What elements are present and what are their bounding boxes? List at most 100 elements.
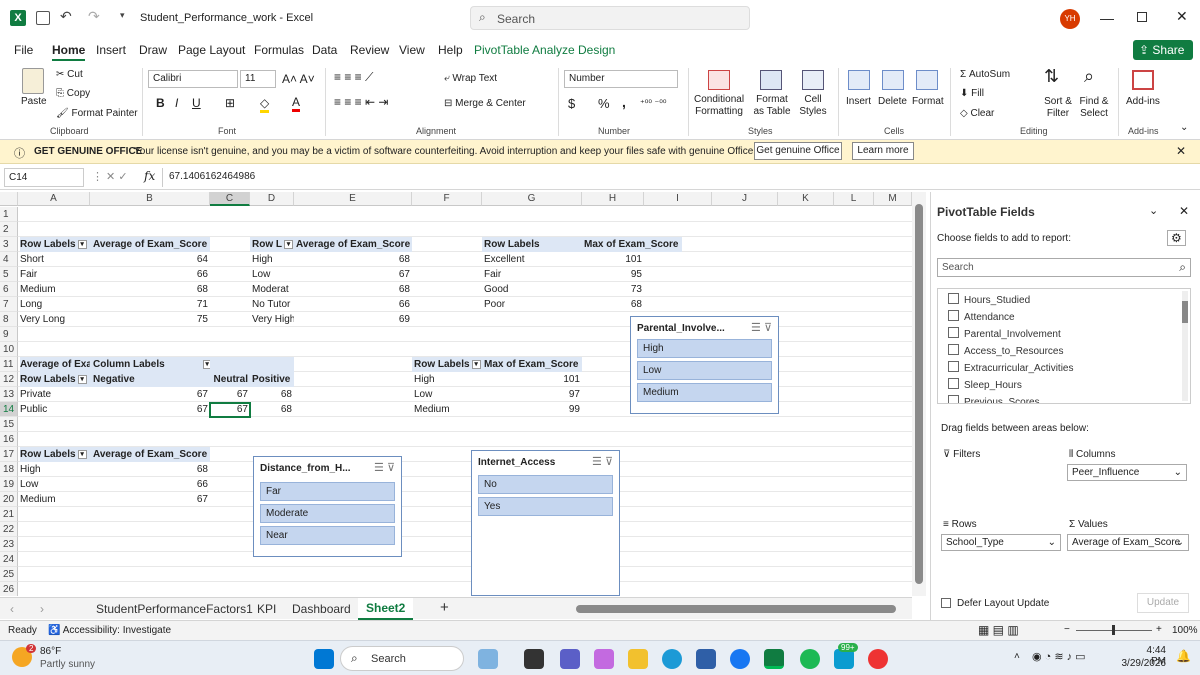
tab-pivottable-analyze[interactable]: PivotTable Analyze (474, 43, 575, 57)
edge-icon[interactable] (662, 649, 682, 669)
name-box[interactable]: C14 (4, 168, 84, 187)
row-header[interactable]: 9 (0, 327, 18, 342)
sheet-tab[interactable]: Dashboard (292, 602, 351, 616)
scroll-tabs-left-icon[interactable]: ‹ (10, 602, 14, 616)
pivot5-row-label[interactable]: Medium (414, 402, 482, 417)
pivot2-row-label[interactable]: Moderat (252, 282, 294, 297)
undo-icon[interactable]: ↶ (60, 8, 72, 25)
pivot4-row-label[interactable]: Private (20, 387, 90, 402)
tab-file[interactable]: File (14, 43, 33, 57)
teams-icon[interactable] (560, 649, 580, 669)
cancel-confirm-icons[interactable]: ⋮ ✕ ✓ (92, 170, 128, 183)
slicer-item[interactable]: Near (260, 526, 395, 545)
spotify-icon[interactable] (800, 649, 820, 669)
wrap-text-button[interactable]: ⤶ Wrap Text (444, 73, 497, 84)
row-header[interactable]: 17 (0, 447, 18, 462)
pivot1-row-label[interactable]: Fair (20, 267, 90, 282)
add-sheet-icon[interactable]: + (440, 599, 449, 616)
chrome-icon[interactable] (868, 649, 888, 669)
column-header[interactable]: L (834, 192, 874, 206)
parental-involvement-slicer[interactable]: Parental_Involve... ☰ ⊽ High Low Medium (630, 316, 779, 414)
update-button[interactable]: Update (1137, 593, 1189, 613)
percent-button[interactable]: % (598, 96, 610, 111)
pivot6-row-label[interactable]: High (20, 462, 90, 477)
cell-styles-icon[interactable] (802, 70, 824, 90)
slicer-item[interactable]: Moderate (260, 504, 395, 523)
tab-view[interactable]: View (399, 43, 425, 57)
defer-layout-checkbox[interactable] (941, 598, 951, 608)
user-avatar[interactable]: YH (1060, 9, 1080, 29)
field-checkbox-3[interactable]: Access_to_Resources (948, 344, 1064, 357)
row-header[interactable]: 26 (0, 582, 18, 596)
row-header[interactable]: 3 (0, 237, 18, 252)
field-list-scroll-thumb[interactable] (1182, 301, 1188, 323)
field-checkbox-6[interactable]: Previous_Scores (948, 395, 1040, 403)
slicer-item[interactable]: Yes (478, 497, 613, 516)
insert-cells-icon[interactable] (848, 70, 870, 90)
rows-field-chip[interactable]: School_Type ⌄ (941, 534, 1061, 551)
row-header[interactable]: 5 (0, 267, 18, 282)
clear-button[interactable]: ◇ Clear (960, 108, 994, 119)
filter-dropdown-icon[interactable]: ▾ (77, 374, 87, 384)
italic-button[interactable]: I (175, 96, 178, 110)
gear-icon[interactable]: ⚙ (1167, 230, 1186, 246)
slicer-item[interactable]: High (637, 339, 772, 358)
active-cell-selection[interactable] (209, 402, 251, 418)
row-header[interactable]: 14 (0, 402, 18, 417)
autosum-button[interactable]: Σ AutoSum (960, 69, 1010, 80)
pivot5-row-labels-header[interactable]: Row Labels ▾ (412, 357, 482, 372)
font-size-select[interactable]: 11 (240, 70, 276, 88)
fill-color-icon[interactable]: ◇ (260, 96, 270, 113)
tab-formulas[interactable]: Formulas (254, 43, 304, 57)
field-list-scrollbar[interactable] (1182, 291, 1188, 401)
minimize-icon[interactable]: — (1100, 10, 1114, 26)
row-header[interactable]: 22 (0, 522, 18, 537)
row-header[interactable]: 1 (0, 207, 18, 222)
pivot6-row-label[interactable]: Low (20, 477, 90, 492)
row-header[interactable]: 6 (0, 282, 18, 297)
insert-cells-button[interactable]: Insert (846, 96, 871, 107)
pane-options-chevron-icon[interactable]: ⌄ (1149, 204, 1158, 217)
row-header[interactable]: 12 (0, 372, 18, 387)
close-window-icon[interactable]: ✕ (1176, 8, 1188, 25)
pivot5-row-label[interactable]: High (414, 372, 482, 387)
zoom-slider-thumb[interactable] (1112, 625, 1115, 635)
zoom-out-icon[interactable]: − (1064, 624, 1070, 635)
sort-filter-button[interactable]: Sort & Filter (1038, 96, 1078, 120)
paste-button[interactable]: Paste (21, 96, 47, 107)
cut-button[interactable]: ✂ Cut (56, 69, 83, 80)
filter-dropdown-icon[interactable]: ▾ (284, 239, 293, 249)
facebook-icon[interactable] (730, 649, 750, 669)
bold-button[interactable]: B (156, 96, 165, 110)
format-painter-button[interactable]: 🖌 Format Painter (56, 108, 138, 119)
quick-access-dropdown-icon[interactable]: ▾ (120, 10, 125, 21)
column-header[interactable]: B (90, 192, 210, 206)
decimal-buttons-icon[interactable]: ⁺⁰⁰ ⁻⁰⁰ (640, 98, 666, 109)
pivot2-row-label[interactable]: High (252, 252, 294, 267)
restore-icon[interactable] (1137, 12, 1147, 22)
borders-icon[interactable]: ⊞ (225, 96, 235, 110)
field-checkbox-5[interactable]: Sleep_Hours (948, 378, 1022, 391)
pivot1-row-label[interactable]: Medium (20, 282, 90, 297)
row-header[interactable]: 21 (0, 507, 18, 522)
notification-bell-icon[interactable]: 🔔 (1176, 649, 1191, 663)
slicer-item[interactable]: No (478, 475, 613, 494)
field-checkbox-1[interactable]: Attendance (948, 310, 1015, 323)
sheet-tab[interactable]: KPI (257, 602, 276, 616)
row-header[interactable]: 25 (0, 567, 18, 582)
view-mode-icons[interactable]: ▦ ▤ ▥ (978, 623, 1019, 637)
find-select-button[interactable]: Find & Select (1074, 96, 1114, 120)
learn-more-button[interactable]: Learn more (852, 142, 914, 160)
column-header[interactable]: E (294, 192, 412, 206)
cell-styles-button[interactable]: Cell Styles (796, 94, 830, 118)
tab-insert[interactable]: Insert (96, 43, 126, 57)
sort-dropdown-icon[interactable]: ▾ (77, 239, 87, 249)
pivot4-row-label[interactable]: Public (20, 402, 90, 417)
row-header[interactable]: 18 (0, 462, 18, 477)
sheet-tab[interactable]: StudentPerformanceFactors1 (96, 602, 253, 616)
store-icon[interactable] (696, 649, 716, 669)
column-header[interactable]: C (210, 192, 250, 206)
slicer-item[interactable]: Far (260, 482, 395, 501)
pivot4-row-labels-header[interactable]: Row Labels ▾ (20, 372, 90, 387)
vertical-scroll-thumb[interactable] (915, 204, 923, 584)
